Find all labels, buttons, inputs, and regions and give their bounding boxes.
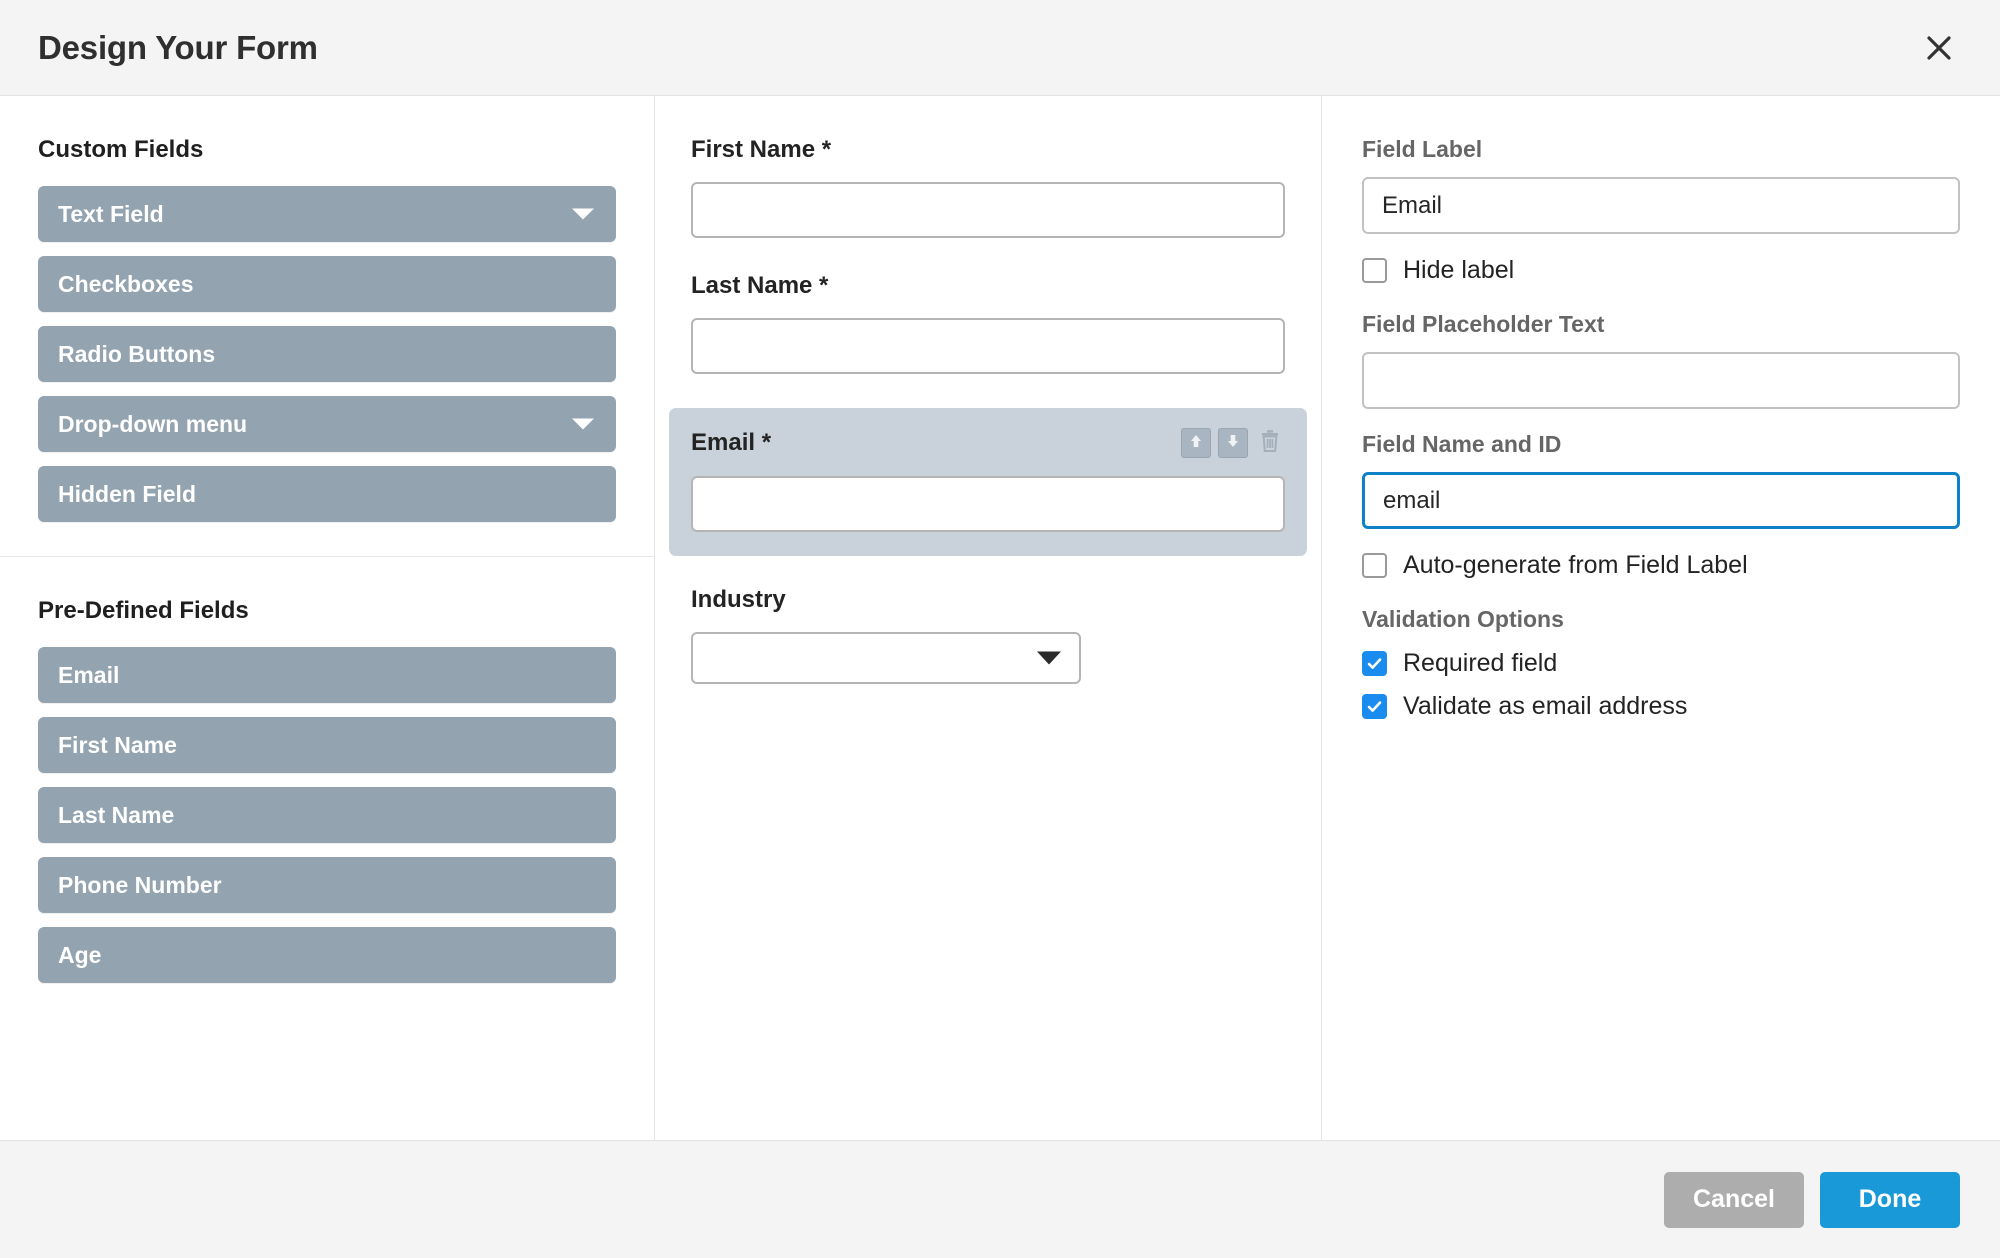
field-placeholder-caption: Field Placeholder Text xyxy=(1362,311,1960,338)
auto-generate-checkbox-row[interactable]: Auto-generate from Field Label xyxy=(1362,551,1960,580)
cancel-button[interactable]: Cancel xyxy=(1664,1172,1804,1228)
palette-item-label: Last Name xyxy=(58,802,174,829)
required-field-checkbox[interactable] xyxy=(1362,651,1387,676)
preview-label-row: Email * xyxy=(691,428,1285,458)
field-palette-panel: Custom Fields Text Field Checkboxes Radi… xyxy=(0,96,655,1140)
preview-label-row: Last Name * xyxy=(691,272,1285,300)
close-icon xyxy=(1924,33,1954,63)
palette-item-checkboxes[interactable]: Checkboxes xyxy=(38,256,616,312)
palette-item-dropdown-menu[interactable]: Drop-down menu xyxy=(38,396,616,452)
palette-item-label: Radio Buttons xyxy=(58,341,215,368)
chevron-down-icon xyxy=(572,209,594,220)
validation-options-heading: Validation Options xyxy=(1362,606,1960,633)
field-tools xyxy=(1181,428,1285,458)
preview-input-last-name[interactable] xyxy=(691,318,1285,374)
preview-field-first-name[interactable]: First Name * xyxy=(691,136,1285,238)
field-label-input[interactable] xyxy=(1362,177,1960,234)
field-label-caption: Field Label xyxy=(1362,136,1960,163)
field-name-id-caption: Field Name and ID xyxy=(1362,431,1960,458)
preview-field-label: First Name * xyxy=(691,136,831,164)
arrow-down-icon xyxy=(1225,433,1241,454)
validate-email-caption: Validate as email address xyxy=(1403,692,1687,721)
preview-field-label: Email * xyxy=(691,429,771,457)
modal-body: Custom Fields Text Field Checkboxes Radi… xyxy=(0,96,2000,1140)
validation-options-block: Validation Options Required field xyxy=(1362,606,1960,721)
hide-label-checkbox-row[interactable]: Hide label xyxy=(1362,256,1960,285)
done-button[interactable]: Done xyxy=(1820,1172,1960,1228)
chevron-down-icon xyxy=(572,419,594,430)
palette-item-radio-buttons[interactable]: Radio Buttons xyxy=(38,326,616,382)
check-icon xyxy=(1366,698,1383,715)
auto-generate-checkbox[interactable] xyxy=(1362,553,1387,578)
palette-item-text-field[interactable]: Text Field xyxy=(38,186,616,242)
predefined-fields-heading: Pre-Defined Fields xyxy=(38,597,616,625)
auto-generate-caption: Auto-generate from Field Label xyxy=(1403,551,1748,580)
predefined-fields-section: Pre-Defined Fields Email First Name Last… xyxy=(0,557,654,1017)
preview-field-label: Industry xyxy=(691,586,786,614)
trash-icon xyxy=(1259,429,1281,458)
validate-email-checkbox[interactable] xyxy=(1362,694,1387,719)
field-placeholder-block: Field Placeholder Text xyxy=(1362,311,1960,409)
preview-field-last-name[interactable]: Last Name * xyxy=(691,272,1285,374)
move-down-button[interactable] xyxy=(1218,428,1248,458)
palette-item-age[interactable]: Age xyxy=(38,927,616,983)
field-placeholder-input[interactable] xyxy=(1362,352,1960,409)
hide-label-checkbox[interactable] xyxy=(1362,258,1387,283)
hide-label-caption: Hide label xyxy=(1403,256,1514,285)
palette-item-label: Hidden Field xyxy=(58,481,196,508)
arrow-up-icon xyxy=(1188,433,1204,454)
preview-field-email-selected[interactable]: Email * xyxy=(669,408,1307,556)
preview-label-row: First Name * xyxy=(691,136,1285,164)
required-field-caption: Required field xyxy=(1403,649,1557,678)
palette-item-label: First Name xyxy=(58,732,177,759)
field-label-block: Field Label xyxy=(1362,136,1960,234)
delete-field-button[interactable] xyxy=(1255,428,1285,458)
palette-item-label: Phone Number xyxy=(58,872,222,899)
field-name-id-block: Field Name and ID xyxy=(1362,431,1960,529)
page-title: Design Your Form xyxy=(38,29,318,67)
modal-footer: Cancel Done xyxy=(0,1140,2000,1258)
required-field-checkbox-row[interactable]: Required field xyxy=(1362,649,1960,678)
palette-item-hidden-field[interactable]: Hidden Field xyxy=(38,466,616,522)
palette-item-last-name[interactable]: Last Name xyxy=(38,787,616,843)
design-form-modal: Design Your Form Custom Fields Text Fiel… xyxy=(0,0,2000,1258)
preview-field-label: Last Name * xyxy=(691,272,828,300)
custom-fields-heading: Custom Fields xyxy=(38,136,616,164)
preview-input-first-name[interactable] xyxy=(691,182,1285,238)
validate-email-checkbox-row[interactable]: Validate as email address xyxy=(1362,692,1960,721)
close-button[interactable] xyxy=(1916,25,1962,71)
palette-item-phone-number[interactable]: Phone Number xyxy=(38,857,616,913)
custom-fields-section: Custom Fields Text Field Checkboxes Radi… xyxy=(0,96,654,557)
palette-item-label: Drop-down menu xyxy=(58,411,247,438)
form-preview-panel: First Name * Last Name * Email * xyxy=(655,96,1322,1140)
palette-item-label: Age xyxy=(58,942,101,969)
check-icon xyxy=(1366,655,1383,672)
chevron-down-icon xyxy=(1037,652,1061,665)
modal-header: Design Your Form xyxy=(0,0,2000,96)
palette-item-label: Checkboxes xyxy=(58,271,194,298)
preview-label-row: Industry xyxy=(691,586,1285,614)
palette-item-email[interactable]: Email xyxy=(38,647,616,703)
preview-select-industry[interactable] xyxy=(691,632,1081,684)
palette-item-label: Text Field xyxy=(58,201,164,228)
palette-item-label: Email xyxy=(58,662,119,689)
palette-item-first-name[interactable]: First Name xyxy=(38,717,616,773)
preview-input-email[interactable] xyxy=(691,476,1285,532)
field-name-id-input[interactable] xyxy=(1362,472,1960,529)
move-up-button[interactable] xyxy=(1181,428,1211,458)
field-properties-panel: Field Label Hide label Field Placeholder… xyxy=(1322,96,2000,1140)
preview-field-industry[interactable]: Industry xyxy=(691,586,1285,684)
